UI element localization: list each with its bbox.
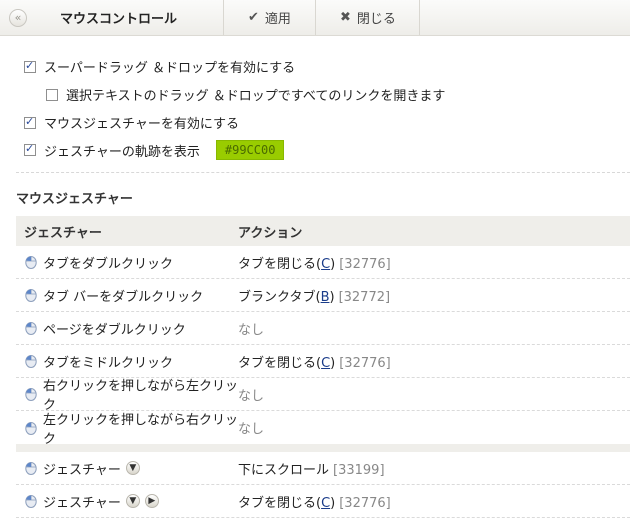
mouse-icon — [24, 255, 38, 269]
close-label: 閉じる — [356, 12, 396, 27]
toolbar: « マウスコントロール ✔ 適用 ✖ 閉じる — [0, 0, 630, 36]
checkmark-icon: ✔ — [248, 10, 259, 25]
gesture-label: タブをダブルクリック — [43, 256, 174, 272]
option-open-all-links: 選択テキストのドラッグ ＆ドロップですべてのリンクを開きます — [46, 85, 445, 104]
mouse-gesture-checkbox[interactable] — [24, 115, 36, 129]
mouse-icon — [24, 288, 38, 302]
action-cell: なし — [238, 422, 265, 437]
option-super-drag: スーパードラッグ ＆ドロップを有効にする — [24, 57, 295, 76]
divider — [16, 172, 630, 173]
double-chevron-left-icon: « — [9, 8, 27, 27]
action-cell: なし — [238, 388, 265, 404]
mouse-icon — [24, 387, 38, 401]
action-cell: タブを閉じる(C) [32776] — [238, 355, 391, 371]
table-row[interactable]: ページをダブルクリック なし — [16, 312, 630, 345]
mouse-icon — [24, 321, 38, 335]
table-row[interactable]: タブ バーをダブルクリック ブランクタブ(B) [32772] — [16, 279, 630, 312]
close-button[interactable]: ✖ 閉じる — [316, 0, 420, 35]
gesture-label: ページをダブルクリック — [43, 322, 186, 338]
gesture-label: ジェスチャー — [43, 495, 121, 511]
action-cell: タブを閉じる(C) [32776] — [238, 495, 391, 511]
header-action: アクション — [238, 225, 303, 241]
arrow-down-icon: ▼ — [125, 461, 140, 475]
table-row[interactable]: 左クリックを押しながら右クリック なし — [16, 411, 630, 447]
section-title: マウスジェスチャー — [16, 192, 133, 207]
apply-label: 適用 — [264, 12, 291, 27]
table-row[interactable]: 右クリックを押しながら左クリック なし — [16, 378, 630, 413]
table-row[interactable]: タブをミドルクリック タブを閉じる(C) [32776] — [16, 345, 630, 378]
page-title: マウスコントロール — [30, 0, 224, 35]
gesture-label: ジェスチャー — [43, 462, 121, 478]
option-label: 選択テキストのドラッグ ＆ドロップですべてのリンクを開きます — [66, 89, 446, 104]
gesture-label: 右クリックを押しながら左クリック — [43, 379, 239, 413]
action-cell: 下にスクロール [33199] — [238, 462, 385, 478]
option-mouse-gesture: マウスジェスチャーを有効にする — [24, 113, 239, 132]
header-gesture: ジェスチャー — [24, 225, 102, 241]
super-drag-checkbox[interactable] — [24, 59, 36, 73]
apply-button[interactable]: ✔ 適用 — [224, 0, 316, 35]
show-trail-checkbox[interactable] — [24, 142, 36, 156]
arrow-right-icon: ▶ — [144, 494, 159, 508]
gesture-label: 左クリックを押しながら右クリック — [43, 412, 239, 447]
mouse-icon — [24, 461, 38, 475]
action-cell: なし — [238, 322, 265, 338]
open-all-links-checkbox[interactable] — [46, 88, 58, 101]
option-show-trail: ジェスチャーの軌跡を表示 #99CC00 — [24, 140, 285, 160]
gesture-label: タブ バーをダブルクリック — [43, 289, 204, 305]
option-label: スーパードラッグ ＆ドロップを有効にする — [44, 61, 296, 76]
action-cell: ブランクタブ(B) [32772] — [238, 289, 391, 305]
option-label: マウスジェスチャーを有効にする — [44, 117, 240, 132]
trail-color-picker[interactable]: #99CC00 — [215, 140, 285, 160]
close-icon: ✖ — [340, 10, 351, 25]
table-row[interactable]: ジェスチャー ▼ ▶ タブを閉じる(C) [32776] — [16, 485, 630, 518]
mouse-icon — [24, 354, 38, 368]
option-label: ジェスチャーの軌跡を表示 — [44, 144, 200, 160]
table-header: ジェスチャー アクション — [16, 216, 630, 246]
mouse-icon — [24, 421, 38, 435]
table-row[interactable]: タブをダブルクリック タブを閉じる(C) [32776] — [16, 246, 630, 279]
mouse-icon — [24, 494, 38, 508]
table-row[interactable]: ジェスチャー ▼ 下にスクロール [33199] — [16, 452, 630, 485]
arrow-down-icon: ▼ — [125, 494, 140, 508]
action-cell: タブを閉じる(C) [32776] — [238, 256, 391, 272]
gesture-label: タブをミドルクリック — [43, 355, 174, 371]
gesture-table: ジェスチャー アクション タブをダブルクリック タブを閉じる(C) [32776]… — [16, 216, 630, 518]
